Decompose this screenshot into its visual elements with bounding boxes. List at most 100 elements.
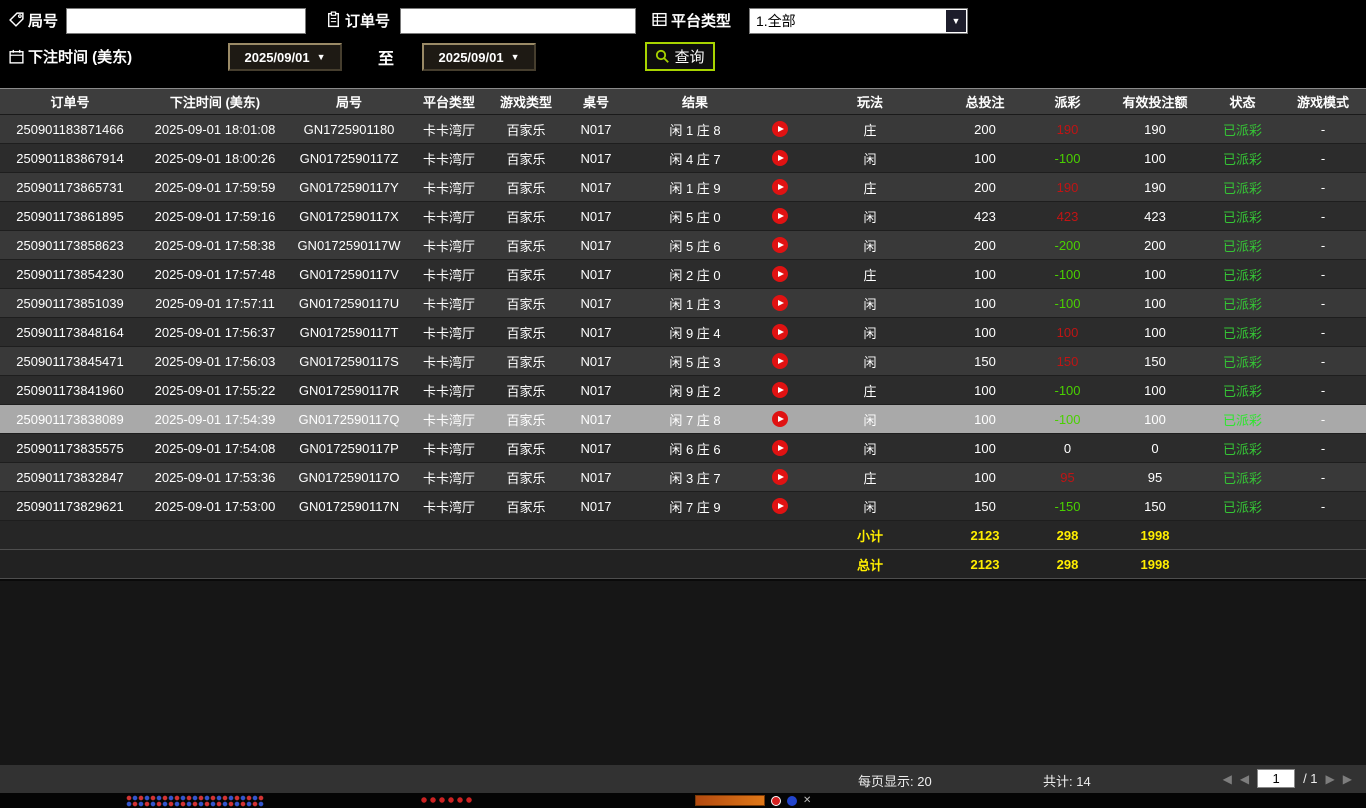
cell-order-no: 250901173841960 bbox=[16, 382, 124, 398]
play-video-icon[interactable] bbox=[772, 353, 788, 369]
background-windows-strip: ✕ bbox=[0, 793, 1366, 808]
table-header-row: 订单号 下注时间 (美东) 局号 平台类型 游戏类型 桌号 结果 玩法 总投注 … bbox=[0, 88, 1366, 115]
cell-table-no: N017 bbox=[580, 266, 612, 282]
play-video-icon[interactable] bbox=[772, 440, 788, 456]
cell-valid-bet: 200 bbox=[1144, 237, 1166, 253]
cell-result: 闲 3 庄 7 bbox=[669, 470, 721, 486]
cell-valid-bet: 95 bbox=[1147, 469, 1163, 485]
cell-valid-bet: 100 bbox=[1144, 411, 1166, 427]
play-video-icon[interactable] bbox=[772, 237, 788, 253]
table-row[interactable]: 250901173851039 2025-09-01 17:57:11 GN01… bbox=[0, 289, 1366, 318]
play-video-icon[interactable] bbox=[772, 324, 788, 340]
cell-game-mode: - bbox=[1320, 121, 1326, 137]
cell-order-no: 250901173851039 bbox=[16, 295, 124, 311]
cell-payout: 423 bbox=[1056, 208, 1079, 224]
date-from-value: 2025/09/01 bbox=[244, 49, 310, 65]
cell-game-type: 百家乐 bbox=[506, 180, 546, 196]
cell-game-mode: - bbox=[1320, 469, 1326, 485]
page-number-input[interactable] bbox=[1257, 769, 1296, 788]
cell-result: 闲 1 庄 9 bbox=[669, 180, 721, 196]
cell-play-method: 闲 bbox=[863, 238, 877, 254]
cell-round-no: GN0172590117N bbox=[298, 498, 400, 514]
cell-play-video bbox=[760, 492, 800, 520]
table-row[interactable]: 250901173835575 2025-09-01 17:54:08 GN01… bbox=[0, 434, 1366, 463]
cell-bet-time: 2025-09-01 17:53:00 bbox=[154, 498, 276, 514]
cell-status: 已派彩 bbox=[1222, 441, 1262, 457]
last-page-icon[interactable]: ▶ bbox=[1343, 772, 1352, 786]
cell-status: 已派彩 bbox=[1222, 354, 1262, 370]
next-page-icon[interactable]: ▶ bbox=[1326, 772, 1335, 786]
play-video-icon[interactable] bbox=[772, 121, 788, 137]
cell-payout: 190 bbox=[1056, 121, 1079, 137]
cell-game-mode: - bbox=[1320, 179, 1326, 195]
cell-valid-bet: 100 bbox=[1144, 150, 1166, 166]
cell-platform: 卡卡湾厅 bbox=[422, 383, 475, 399]
play-video-icon[interactable] bbox=[772, 498, 788, 514]
cell-total-bet: 423 bbox=[974, 208, 996, 224]
cell-payout: -100 bbox=[1054, 295, 1081, 311]
platform-type-select[interactable]: 1.全部 ▼ bbox=[749, 8, 968, 34]
header-round-no: 局号 bbox=[335, 95, 362, 110]
table-row[interactable]: 250901173829621 2025-09-01 17:53:00 GN01… bbox=[0, 492, 1366, 521]
list-icon bbox=[651, 11, 668, 28]
cell-play-video bbox=[760, 173, 800, 201]
table-row[interactable]: 250901173845471 2025-09-01 17:56:03 GN01… bbox=[0, 347, 1366, 376]
cell-bet-time: 2025-09-01 17:53:36 bbox=[154, 469, 276, 485]
cell-order-no: 250901183867914 bbox=[16, 150, 124, 166]
play-video-icon[interactable] bbox=[772, 411, 788, 427]
date-to-button[interactable]: 2025/09/01 ▼ bbox=[422, 43, 536, 71]
prev-page-icon[interactable]: ◀ bbox=[1240, 772, 1249, 786]
date-from-button[interactable]: 2025/09/01 ▼ bbox=[228, 43, 342, 71]
first-page-icon[interactable]: ◀ bbox=[1223, 772, 1232, 786]
cell-result: 闲 5 庄 0 bbox=[669, 209, 721, 225]
cell-play-method: 庄 bbox=[863, 180, 877, 196]
table-row[interactable]: 250901173854230 2025-09-01 17:57:48 GN01… bbox=[0, 260, 1366, 289]
cell-payout: -200 bbox=[1054, 237, 1081, 253]
cell-game-type: 百家乐 bbox=[506, 209, 546, 225]
cell-platform: 卡卡湾厅 bbox=[422, 470, 475, 486]
order-no-label: 订单号 bbox=[345, 13, 391, 30]
round-no-input[interactable] bbox=[66, 8, 306, 34]
play-video-icon[interactable] bbox=[772, 266, 788, 282]
search-button[interactable]: 查询 bbox=[645, 42, 715, 71]
table-row[interactable]: 250901173865731 2025-09-01 17:59:59 GN01… bbox=[0, 173, 1366, 202]
table-row[interactable]: 250901183867914 2025-09-01 18:00:26 GN01… bbox=[0, 144, 1366, 173]
cell-order-no: 250901173865731 bbox=[16, 179, 124, 195]
order-no-input[interactable] bbox=[400, 8, 636, 34]
play-video-icon[interactable] bbox=[772, 382, 788, 398]
search-icon bbox=[655, 49, 670, 64]
cell-platform: 卡卡湾厅 bbox=[422, 325, 475, 341]
play-video-icon[interactable] bbox=[772, 469, 788, 485]
cell-game-type: 百家乐 bbox=[506, 151, 546, 167]
play-video-icon[interactable] bbox=[772, 295, 788, 311]
play-video-icon[interactable] bbox=[772, 150, 788, 166]
date-to-value: 2025/09/01 bbox=[438, 49, 504, 65]
table-row[interactable]: 250901173858623 2025-09-01 17:58:38 GN01… bbox=[0, 231, 1366, 260]
table-row[interactable]: 250901173838089 2025-09-01 17:54:39 GN01… bbox=[0, 405, 1366, 434]
cell-table-no: N017 bbox=[580, 382, 612, 398]
subtotal-total-bet: 2123 bbox=[970, 527, 1000, 543]
table-row[interactable]: 250901173861895 2025-09-01 17:59:16 GN01… bbox=[0, 202, 1366, 231]
play-video-icon[interactable] bbox=[772, 179, 788, 195]
table-row[interactable]: 250901173832847 2025-09-01 17:53:36 GN01… bbox=[0, 463, 1366, 492]
table-row[interactable]: 250901183871466 2025-09-01 18:01:08 GN17… bbox=[0, 115, 1366, 144]
play-video-icon[interactable] bbox=[772, 208, 788, 224]
subtotal-payout: 298 bbox=[1056, 527, 1079, 543]
header-order-no: 订单号 bbox=[50, 95, 90, 110]
cell-platform: 卡卡湾厅 bbox=[422, 238, 475, 254]
table-row[interactable]: 250901173841960 2025-09-01 17:55:22 GN01… bbox=[0, 376, 1366, 405]
table-row[interactable]: 250901173848164 2025-09-01 17:56:37 GN01… bbox=[0, 318, 1366, 347]
cell-bet-time: 2025-09-01 17:57:11 bbox=[155, 295, 275, 311]
clipboard-icon bbox=[325, 11, 342, 28]
cell-game-type: 百家乐 bbox=[506, 238, 546, 254]
cell-play-method: 闲 bbox=[863, 412, 877, 428]
cell-total-bet: 100 bbox=[974, 295, 996, 311]
cell-play-method: 庄 bbox=[863, 470, 877, 486]
cell-total-bet: 100 bbox=[974, 150, 996, 166]
cell-valid-bet: 0 bbox=[1151, 440, 1159, 456]
cell-game-mode: - bbox=[1320, 150, 1326, 166]
table-body: 250901183871466 2025-09-01 18:01:08 GN17… bbox=[0, 115, 1366, 521]
cell-game-type: 百家乐 bbox=[506, 499, 546, 515]
cell-valid-bet: 150 bbox=[1144, 353, 1166, 369]
cell-payout: -100 bbox=[1054, 150, 1081, 166]
